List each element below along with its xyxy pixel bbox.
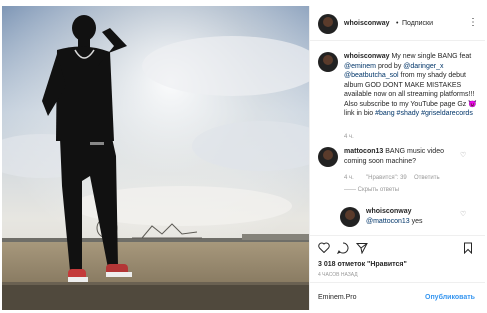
comment-likes[interactable]: "Нравится": 39 — [366, 174, 407, 184]
mention-daringer[interactable]: @daringer_x — [403, 63, 443, 70]
share-icon[interactable] — [356, 242, 368, 254]
header-username[interactable]: whoisconway — [344, 19, 390, 29]
comment-icon[interactable] — [337, 242, 349, 254]
reply-avatar[interactable] — [340, 207, 360, 227]
reply-username[interactable]: whoisconway — [366, 207, 412, 217]
post-modal: whoisconway • Подписки ⋮ whoisconway My … — [0, 0, 487, 313]
publish-button[interactable]: Опубликовать — [425, 293, 475, 303]
follow-status[interactable]: Подписки — [402, 19, 433, 29]
caption-seg1: My new single BANG feat — [391, 53, 472, 60]
caption-text: whoisconway My new single BANG feat @emi… — [344, 52, 479, 119]
likes-count[interactable]: 3 018 отметок "Нравится" — [318, 260, 407, 270]
post-time: 4 ЧАСОВ НАЗАД — [318, 272, 358, 278]
reply-button[interactable]: Ответить — [414, 174, 440, 184]
post-side-panel: whoisconway • Подписки ⋮ whoisconway My … — [309, 6, 485, 310]
caption-avatar[interactable] — [318, 52, 338, 72]
hide-replies-label: Скрыть ответы — [357, 187, 400, 193]
mention-eminem[interactable]: @eminem — [344, 63, 376, 70]
author-avatar[interactable] — [318, 14, 338, 34]
like-icon[interactable] — [318, 242, 330, 253]
post-header: whoisconway • Подписки ⋮ — [310, 6, 485, 41]
reply-text: @mattocon13 yes — [366, 217, 466, 227]
comment-like-icon[interactable]: ♡ — [460, 152, 467, 159]
photo-image — [2, 6, 309, 310]
caption-username[interactable]: whoisconway — [344, 53, 390, 60]
comment-text: mattocon13 BANG music video coming soon … — [344, 147, 462, 166]
caption-hashtags[interactable]: #bang #shady #griseldarecords — [375, 110, 473, 117]
caption-seg2: prod by — [377, 62, 402, 70]
comment-username[interactable]: mattocon13 — [344, 148, 383, 155]
caption-time: 4 ч. — [344, 134, 354, 140]
mention-beatbutcha[interactable]: @beatbutcha_sol — [344, 72, 399, 79]
hide-replies-button[interactable]: ―― Скрыть ответы — [344, 186, 399, 196]
more-options-icon[interactable]: ⋮ — [468, 18, 478, 28]
commenter-avatar[interactable] — [318, 147, 338, 167]
post-actions: 3 018 отметок "Нравится" 4 ЧАСОВ НАЗАД — [310, 235, 485, 281]
reply-mention[interactable]: @mattocon13 — [366, 218, 410, 225]
post-photo[interactable] — [2, 6, 309, 310]
reply-like-icon[interactable]: ♡ — [460, 211, 467, 218]
comment-form: Eminem.Pro Опубликовать — [310, 282, 485, 311]
reply-body: yes — [411, 218, 423, 225]
comment-input[interactable]: Eminem.Pro — [318, 293, 357, 303]
header-separator: • — [396, 20, 399, 27]
comment-time: 4 ч. — [344, 175, 354, 181]
bookmark-icon[interactable] — [463, 242, 473, 254]
